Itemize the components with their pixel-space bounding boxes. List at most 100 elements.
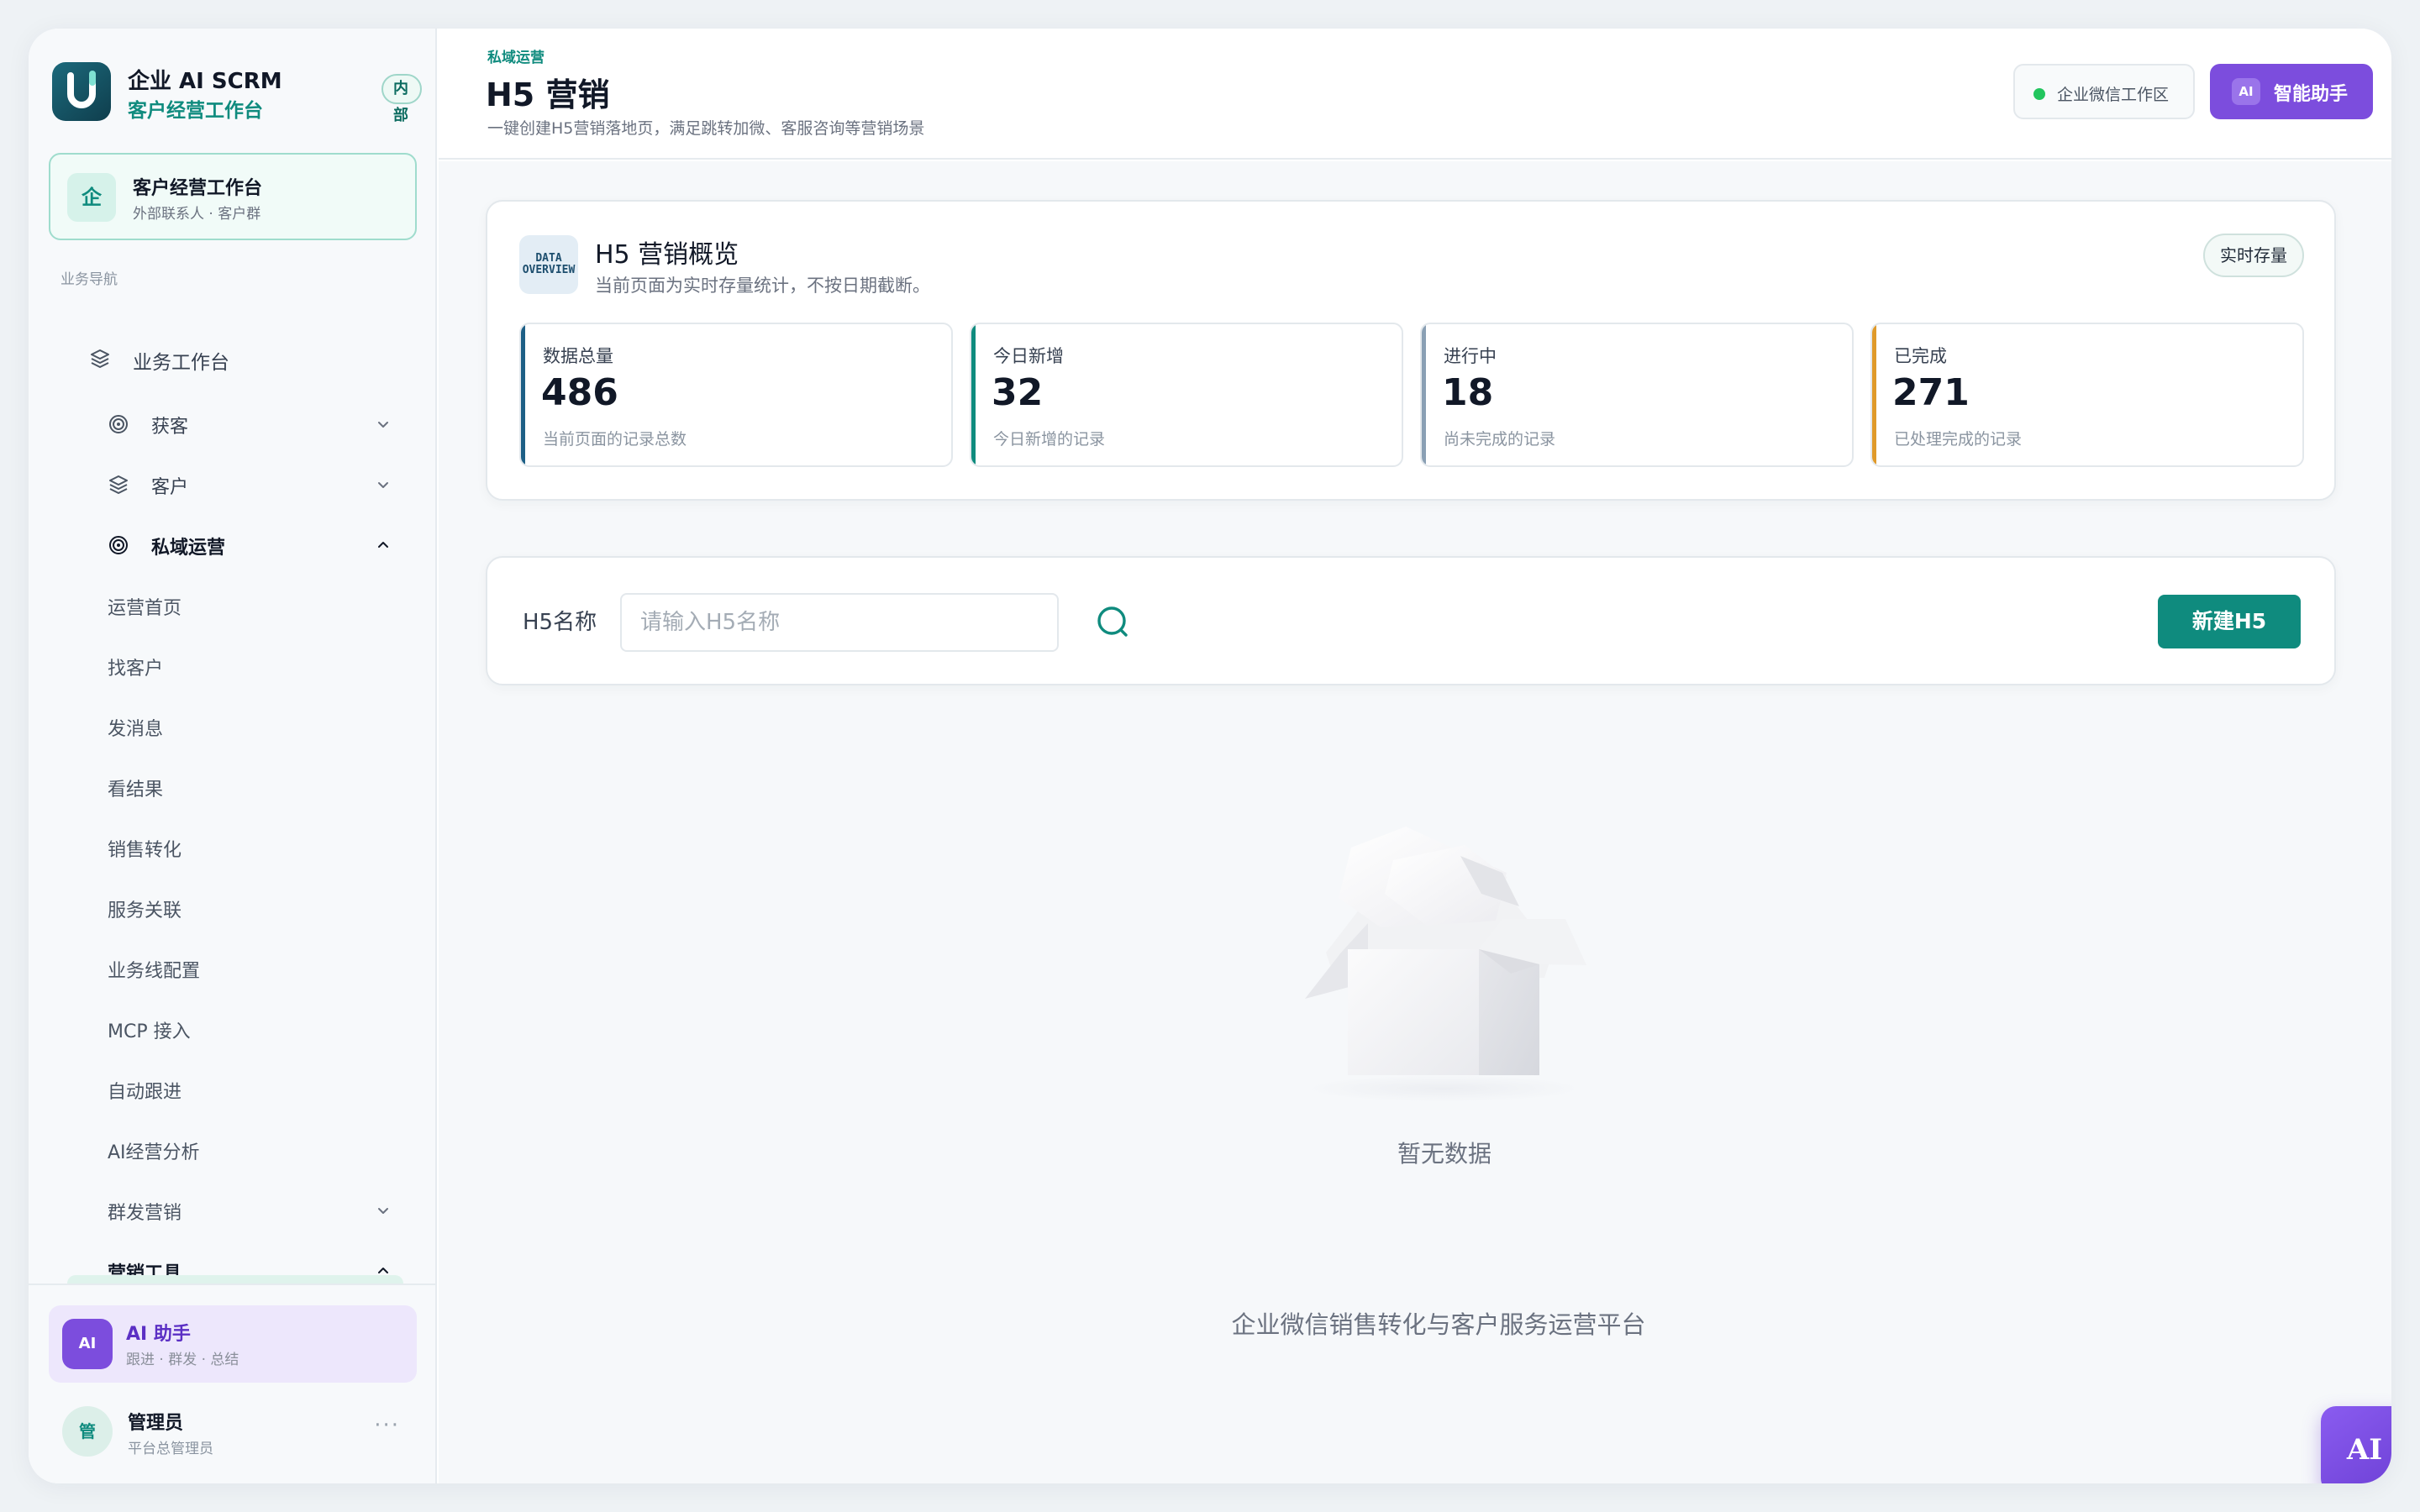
- sidebar-subitem-label: 销售转化: [108, 840, 182, 861]
- stat-accent-bar: [521, 324, 525, 465]
- sidebar-subitem-label: AI经营分析: [108, 1142, 200, 1163]
- h5-name-search-input[interactable]: [620, 593, 1059, 652]
- brand-subtitle: 客户经营工作台: [128, 100, 263, 122]
- data-overview-icon-line2: OVERVIEW: [522, 264, 576, 276]
- workspace-status-label: 企业微信工作区: [2057, 86, 2170, 104]
- more-icon[interactable]: ···: [374, 1413, 400, 1438]
- h5-name-label: H5名称: [523, 610, 597, 635]
- main-content: DATA OVERVIEW H5 营销概览 当前页面为实时存量统计，不按日期截断…: [439, 161, 2391, 1483]
- stat-value: 18: [1442, 371, 1494, 414]
- nav-section-label: 业务导航: [60, 271, 118, 288]
- sidebar-subitem-results[interactable]: 看结果: [49, 763, 418, 811]
- stat-hint: 尚未完成的记录: [1444, 430, 1556, 449]
- sidebar-subitem-label: 服务关联: [108, 900, 182, 921]
- target-icon: [109, 536, 128, 554]
- stat-hint: 已处理完成的记录: [1894, 430, 2023, 449]
- stat-accent-bar: [1422, 324, 1426, 465]
- stat-card-in-progress: 进行中 18 尚未完成的记录: [1420, 323, 1854, 467]
- workspace-title: 客户经营工作台: [133, 178, 263, 199]
- sidebar-footer: AI AI 助手 跟进 · 群发 · 总结 管 管理员 平台总管理员 ···: [29, 1284, 435, 1483]
- target-icon: [109, 415, 128, 433]
- enterprise-icon: 企: [67, 173, 116, 222]
- overview-card: DATA OVERVIEW H5 营销概览 当前页面为实时存量统计，不按日期截断…: [486, 200, 2336, 501]
- floating-ai-button[interactable]: AI: [2321, 1406, 2391, 1483]
- sidebar-subitem-sales-conversion[interactable]: 销售转化: [49, 823, 418, 872]
- u-logo-icon: [67, 71, 96, 108]
- workspace-subtitle: 外部联系人 · 客户群: [133, 206, 261, 223]
- sidebar-subitem-label: MCP 接入: [108, 1021, 191, 1042]
- stat-value: 486: [541, 371, 618, 414]
- sidebar-subitem-find-customers[interactable]: 找客户: [49, 642, 418, 690]
- sidebar-item-label: 私域运营: [151, 538, 226, 559]
- ai-avatar: AI: [62, 1319, 113, 1369]
- ai-assistant-title: AI 助手: [126, 1324, 191, 1345]
- sidebar-item-acquire[interactable]: 获客: [49, 400, 418, 449]
- empty-box-icon: [1305, 827, 1586, 1102]
- sidebar-item-label: 获客: [151, 417, 189, 438]
- brand: 企业 AI SCRM 客户经营工作台 内部: [52, 62, 422, 129]
- sidebar-subitem-label: 自动跟进: [108, 1082, 182, 1103]
- data-overview-icon: DATA OVERVIEW: [519, 235, 578, 294]
- sidebar-subitem-auto-followup[interactable]: 自动跟进: [49, 1065, 418, 1114]
- sidebar-subitem-ops-home[interactable]: 运营首页: [49, 581, 418, 630]
- sidebar-subitem-mcp[interactable]: MCP 接入: [49, 1005, 418, 1053]
- ai-assistant-subtitle: 跟进 · 群发 · 总结: [126, 1352, 239, 1368]
- filter-bar: H5名称 新建H5: [486, 556, 2336, 685]
- sidebar-item-private-domain[interactable]: 私域运营: [49, 521, 418, 570]
- sidebar-item-workbench[interactable]: 业务工作台: [49, 334, 418, 383]
- chevron-up-icon: [378, 542, 388, 548]
- sidebar-item-customers[interactable]: 客户: [49, 460, 418, 509]
- workspace-card[interactable]: 企 客户经营工作台 外部联系人 · 客户群: [49, 153, 417, 240]
- page-header: 私域运营 H5 营销 一键创建H5营销落地页，满足跳转加微、客服咨询等营销场景 …: [439, 29, 2391, 160]
- sidebar-subitem-label: 找客户: [108, 659, 164, 680]
- chevron-down-icon: [378, 422, 388, 428]
- stat-card-total: 数据总量 486 当前页面的记录总数: [519, 323, 953, 467]
- sidebar-subitem-label: 运营首页: [108, 598, 182, 619]
- overview-title: H5 营销概览: [595, 240, 739, 270]
- stat-label: 今日新增: [993, 346, 1064, 366]
- ai-assistant-card[interactable]: AI AI 助手 跟进 · 群发 · 总结: [49, 1305, 417, 1383]
- sidebar-subitem-business-line-config[interactable]: 业务线配置: [49, 944, 418, 993]
- sidebar-item-label: 客户: [151, 477, 189, 498]
- smart-assistant-button[interactable]: AI 智能助手: [2210, 64, 2373, 119]
- stat-hint: 今日新增的记录: [993, 430, 1106, 449]
- user-role: 平台总管理员: [128, 1441, 213, 1457]
- status-dot-icon: [2033, 88, 2045, 100]
- page-title: H5 营销: [486, 76, 610, 113]
- stat-accent-bar: [1872, 324, 1876, 465]
- stat-accent-bar: [971, 324, 976, 465]
- stat-card-completed: 已完成 271 已处理完成的记录: [1870, 323, 2304, 467]
- sidebar-subitem-label: 看结果: [108, 780, 164, 801]
- stat-label: 已完成: [1894, 346, 1947, 366]
- sidebar-item-label: 业务工作台: [133, 352, 229, 374]
- search-icon[interactable]: [1092, 601, 1134, 643]
- empty-state-text: 暂无数据: [1397, 1140, 1491, 1168]
- platform-footer-text: 企业微信销售转化与客户服务运营平台: [1231, 1310, 1646, 1339]
- sidebar-subitem-label: 发消息: [108, 719, 164, 740]
- app-logo: [52, 62, 111, 121]
- avatar: 管: [62, 1406, 113, 1457]
- stat-hint: 当前页面的记录总数: [543, 430, 687, 449]
- stat-label: 数据总量: [543, 346, 613, 366]
- layers-icon: [91, 349, 109, 368]
- create-h5-button[interactable]: 新建H5: [2158, 595, 2301, 648]
- brand-title: 企业 AI SCRM: [128, 69, 282, 94]
- stat-value: 32: [992, 371, 1044, 414]
- stat-value: 271: [1892, 371, 1970, 414]
- sidebar-subitem-send-message[interactable]: 发消息: [49, 702, 418, 751]
- stat-card-today: 今日新增 32 今日新增的记录: [970, 323, 1403, 467]
- workspace-status[interactable]: 企业微信工作区: [2013, 64, 2195, 119]
- realtime-tag: 实时存量: [2203, 234, 2304, 277]
- user-profile[interactable]: 管 管理员 平台总管理员 ···: [49, 1398, 417, 1465]
- sidebar-subitem-label: 群发营销: [108, 1203, 182, 1224]
- data-overview-icon-line1: DATA: [535, 252, 562, 265]
- sidebar-subitem-group-send[interactable]: 群发营销: [49, 1186, 418, 1235]
- smart-assistant-label: 智能助手: [2274, 84, 2349, 105]
- stat-label: 进行中: [1444, 346, 1497, 366]
- sidebar-subitem-service-link[interactable]: 服务关联: [49, 884, 418, 932]
- breadcrumb[interactable]: 私域运营: [487, 45, 544, 66]
- sidebar-subitem-ai-analysis[interactable]: AI经营分析: [49, 1126, 418, 1174]
- user-name: 管理员: [128, 1413, 184, 1434]
- sidebar: 企业 AI SCRM 客户经营工作台 内部 企 客户经营工作台 外部联系人 · …: [29, 29, 437, 1483]
- internal-badge: 内部: [381, 74, 422, 124]
